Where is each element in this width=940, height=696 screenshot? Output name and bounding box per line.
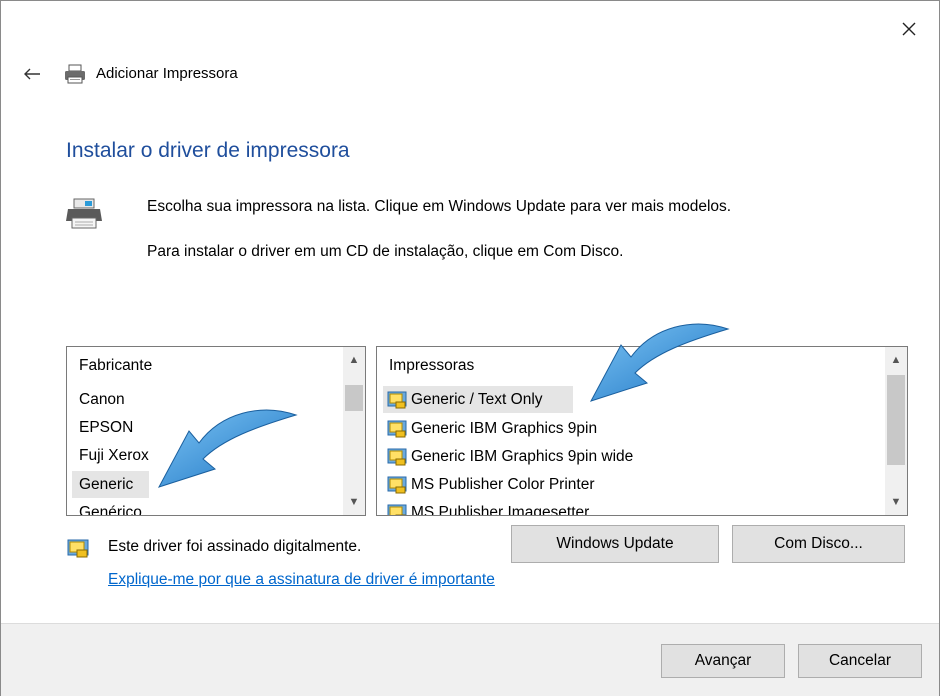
cancel-button[interactable]: Cancelar xyxy=(798,644,922,678)
printer-name: Generic IBM Graphics 9pin xyxy=(411,420,598,437)
scroll-up-icon[interactable]: ▲ xyxy=(343,349,365,371)
driver-icon xyxy=(387,420,407,437)
driver-icon xyxy=(387,448,407,465)
list-item[interactable]: Genérico xyxy=(72,499,339,515)
next-button[interactable]: Avançar xyxy=(661,644,785,678)
printer-list-header: Impressoras xyxy=(389,357,475,374)
close-button[interactable] xyxy=(894,15,924,43)
driver-signing-link[interactable]: Explique-me por que a assinatura de driv… xyxy=(108,571,495,589)
signed-driver-icon xyxy=(67,539,89,558)
manufacturer-list[interactable]: Fabricante Canon EPSON Fuji Xerox Generi… xyxy=(66,346,366,516)
driver-icon xyxy=(387,391,407,408)
list-item[interactable]: MS Publisher Color Printer xyxy=(383,471,594,498)
list-item[interactable]: Generic IBM Graphics 9pin xyxy=(383,415,597,442)
manufacturer-list-header: Fabricante xyxy=(79,357,153,374)
list-item[interactable]: EPSON xyxy=(72,414,339,441)
scroll-thumb[interactable] xyxy=(887,375,905,465)
back-arrow-icon xyxy=(24,68,40,80)
list-item-selected[interactable]: Generic / Text Only xyxy=(383,386,573,413)
scroll-down-icon[interactable]: ▼ xyxy=(343,491,365,513)
list-item[interactable]: Fuji Xerox xyxy=(72,442,339,469)
close-icon xyxy=(902,22,916,36)
list-item[interactable]: Generic IBM Graphics 9pin wide xyxy=(383,443,633,470)
dialog-footer: Avançar Cancelar xyxy=(1,623,939,696)
window-title: Adicionar Impressora xyxy=(96,65,238,82)
list-item[interactable]: Canon xyxy=(72,386,339,413)
printer-list[interactable]: Impressoras Generic / Text Only Generic … xyxy=(376,346,908,516)
printer-scrollbar[interactable]: ▲ ▼ xyxy=(885,347,907,515)
instruction-text: Escolha sua impressora na lista. Clique … xyxy=(147,198,732,215)
printer-name: Generic IBM Graphics 9pin wide xyxy=(411,448,634,465)
list-item-selected[interactable]: Generic xyxy=(72,471,149,498)
printer-name: MS Publisher Imagesetter xyxy=(411,504,590,516)
driver-icon xyxy=(387,504,407,515)
printer-driver-icon xyxy=(66,198,102,229)
instruction-text-disk: Para instalar o driver em um CD de insta… xyxy=(147,243,624,260)
page-title: Instalar o driver de impressora xyxy=(66,139,350,162)
windows-update-button[interactable]: Windows Update xyxy=(511,525,719,563)
list-item[interactable]: MS Publisher Imagesetter xyxy=(383,499,590,516)
manufacturer-scrollbar[interactable]: ▲ ▼ xyxy=(343,347,365,515)
back-button[interactable] xyxy=(21,64,43,84)
printer-name: Generic / Text Only xyxy=(411,391,543,408)
scroll-up-icon[interactable]: ▲ xyxy=(885,349,907,371)
add-printer-dialog: Adicionar Impressora Instalar o driver d… xyxy=(0,0,940,696)
have-disk-button[interactable]: Com Disco... xyxy=(732,525,905,563)
scroll-down-icon[interactable]: ▼ xyxy=(885,491,907,513)
scroll-thumb[interactable] xyxy=(345,385,363,411)
printer-name: MS Publisher Color Printer xyxy=(411,476,595,493)
driver-icon xyxy=(387,476,407,493)
signature-status-text: Este driver foi assinado digitalmente. xyxy=(108,538,362,555)
printer-icon xyxy=(65,64,85,84)
